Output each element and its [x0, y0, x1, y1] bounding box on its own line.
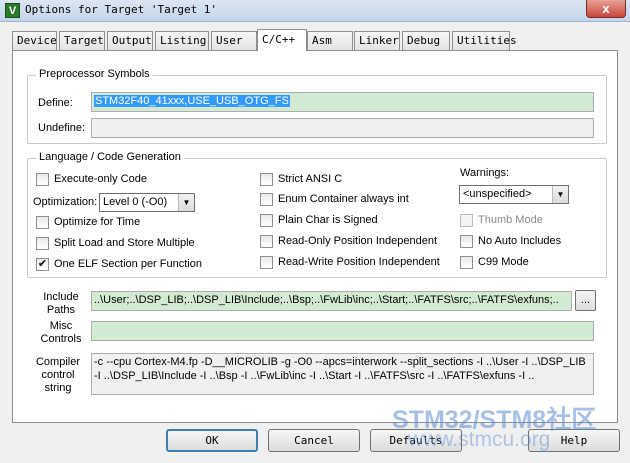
one-elf-checkbox[interactable]: ✔ [36, 258, 49, 271]
warnings-value: <unspecified> [463, 188, 532, 200]
compiler-string-label-line1: Compiler [35, 356, 80, 368]
language-group: Language / Code Generation Execute-only … [27, 151, 607, 278]
optimize-time-label: Optimize for Time [54, 216, 141, 228]
ro-position-checkbox[interactable] [260, 235, 273, 248]
chevron-down-icon: ▼ [178, 194, 194, 211]
misc-controls-field[interactable] [91, 321, 594, 341]
tab-linker[interactable]: Linker [354, 31, 400, 50]
ok-button[interactable]: OK [166, 429, 258, 452]
execute-only-label: Execute-only Code [54, 173, 147, 185]
plain-char-label: Plain Char is Signed [278, 214, 378, 226]
chevron-down-icon: ▼ [552, 186, 568, 203]
thumb-mode-label: Thumb Mode [478, 214, 543, 226]
warnings-label: Warnings: [460, 167, 510, 179]
include-paths-field[interactable]: ..\User;..\DSP_LIB;..\DSP_LIB\Include;..… [91, 291, 572, 311]
define-value: STM32F40_41xxx,USE_USB_OTG_FS [94, 95, 290, 107]
watermark-url: www.stmcu.org [408, 428, 551, 451]
include-paths-label-line2: Paths [46, 304, 76, 316]
tab-output[interactable]: Output [107, 31, 153, 50]
thumb-mode-checkbox[interactable] [460, 214, 473, 227]
undefine-field[interactable] [91, 118, 594, 138]
warnings-select[interactable]: <unspecified> ▼ [459, 185, 569, 204]
preprocessor-group-title: Preprocessor Symbols [36, 68, 153, 80]
cancel-button[interactable]: Cancel [268, 429, 360, 452]
c99-mode-label: C99 Mode [478, 256, 529, 268]
include-paths-label: Include Paths [43, 291, 79, 317]
optimization-value: Level 0 (-O0) [103, 196, 168, 208]
split-load-label: Split Load and Store Multiple [54, 237, 195, 249]
misc-controls-label: Misc Controls [39, 320, 83, 346]
compiler-string-label-line2: control [41, 369, 75, 381]
c99-mode-checkbox[interactable] [460, 256, 473, 269]
enum-container-label: Enum Container always int [278, 193, 409, 205]
tab-utilities[interactable]: Utilities [452, 31, 517, 50]
rw-position-checkbox[interactable] [260, 256, 273, 269]
include-paths-browse-button[interactable]: ... [575, 290, 596, 311]
include-paths-label-line1: Include [43, 291, 79, 303]
optimization-select[interactable]: Level 0 (-O0) ▼ [99, 193, 195, 212]
tab-debug[interactable]: Debug [402, 31, 450, 50]
misc-controls-label-line1: Misc [49, 320, 73, 332]
tab-c-cpp[interactable]: C/C++ [257, 29, 307, 51]
misc-controls-label-line2: Controls [40, 333, 82, 345]
compiler-string-label-line3: string [44, 382, 72, 394]
tab-listing[interactable]: Listing [155, 31, 209, 50]
title-bar: V Options for Target 'Target 1' x [0, 0, 630, 22]
define-label: Define: [38, 97, 73, 109]
tab-asm[interactable]: Asm [307, 31, 353, 50]
preprocessor-group: Preprocessor Symbols Define: STM32F40_41… [27, 68, 607, 144]
window-title: Options for Target 'Target 1' [25, 3, 218, 16]
tab-panel: Preprocessor Symbols Define: STM32F40_41… [12, 50, 618, 423]
no-auto-includes-checkbox[interactable] [460, 235, 473, 248]
enum-container-checkbox[interactable] [260, 193, 273, 206]
plain-char-checkbox[interactable] [260, 214, 273, 227]
strict-ansi-checkbox[interactable] [260, 173, 273, 186]
strict-ansi-label: Strict ANSI C [278, 173, 343, 185]
optimization-label: Optimization: [33, 196, 98, 208]
uvision-icon: V [5, 3, 20, 18]
execute-only-checkbox[interactable] [36, 173, 49, 186]
compiler-string-label: Compiler control string [33, 356, 83, 395]
optimize-time-checkbox[interactable] [36, 216, 49, 229]
rw-position-label: Read-Write Position Independent [278, 256, 440, 268]
tab-user[interactable]: User [211, 31, 257, 50]
tab-target[interactable]: Target [59, 31, 105, 50]
no-auto-includes-label: No Auto Includes [478, 235, 562, 247]
one-elf-label: One ELF Section per Function [54, 258, 202, 270]
undefine-label: Undefine: [38, 122, 86, 134]
tab-device[interactable]: Device [12, 31, 57, 50]
split-load-checkbox[interactable] [36, 237, 49, 250]
ro-position-label: Read-Only Position Independent [278, 235, 437, 247]
compiler-string-field[interactable]: -c --cpu Cortex-M4.fp -D__MICROLIB -g -O… [91, 353, 594, 395]
close-button[interactable]: x [586, 0, 626, 18]
define-field[interactable]: STM32F40_41xxx,USE_USB_OTG_FS [91, 92, 594, 112]
language-group-title: Language / Code Generation [36, 151, 184, 163]
